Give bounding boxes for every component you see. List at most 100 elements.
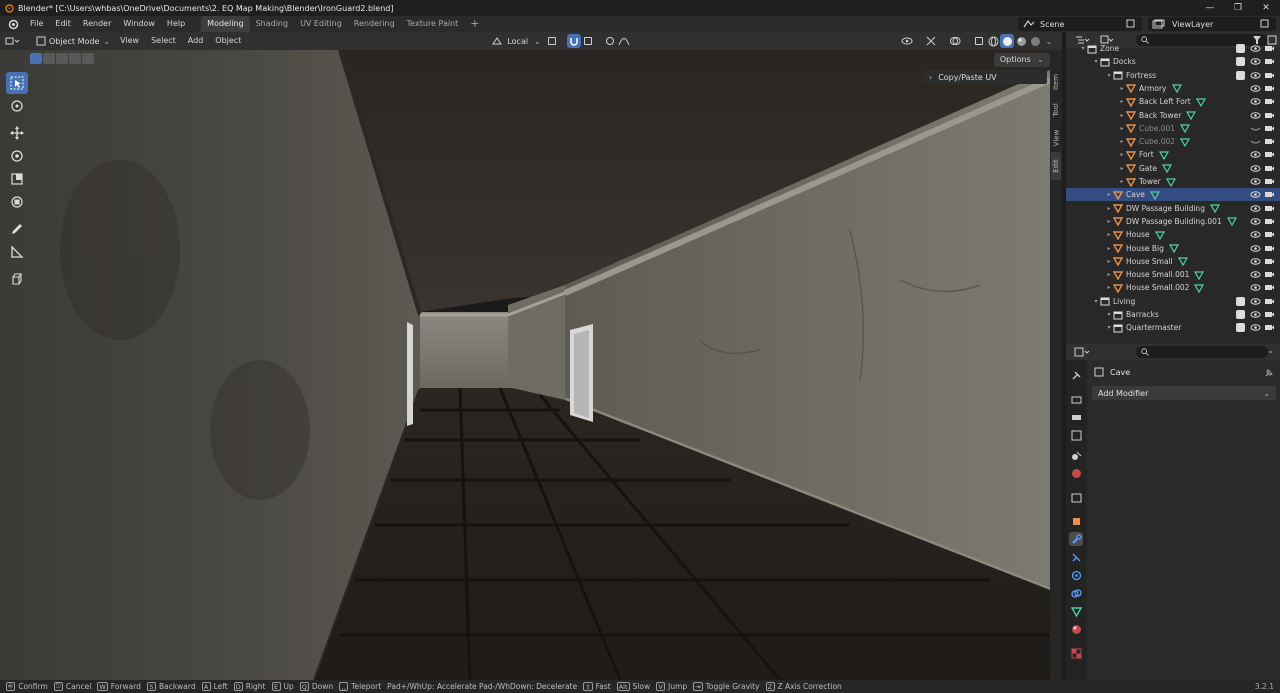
viewport-menu-select[interactable]: Select	[145, 33, 182, 49]
mesh-data-icon[interactable]	[1171, 83, 1182, 94]
outliner-row[interactable]: ▸ Armory	[1066, 82, 1280, 95]
tab-constraints[interactable]	[1069, 586, 1083, 600]
overlays-toggle[interactable]	[948, 34, 962, 48]
outliner-row[interactable]: ▾ Zone	[1066, 42, 1280, 55]
disclosure-expanded-icon[interactable]: ▾	[1105, 311, 1113, 318]
exclude-checkbox[interactable]	[1236, 70, 1245, 80]
tab-physics[interactable]	[1069, 568, 1083, 582]
tab-texture-paint[interactable]: Texture Paint	[401, 16, 465, 32]
render-camera-icon[interactable]	[1264, 269, 1275, 280]
tab-object-data[interactable]	[1069, 604, 1083, 618]
outliner-row[interactable]: ▸ House Small.001	[1066, 268, 1280, 281]
mesh-data-icon[interactable]	[1180, 137, 1191, 147]
menu-edit[interactable]: Edit	[49, 16, 77, 32]
outliner-row[interactable]: ▸ House Small.002	[1066, 281, 1280, 294]
disclosure-collapsed-icon[interactable]: ▸	[1118, 138, 1126, 145]
disclosure-collapsed-icon[interactable]: ▸	[1105, 245, 1113, 252]
tab-output[interactable]	[1069, 410, 1083, 424]
mesh-data-icon[interactable]	[1161, 163, 1172, 174]
maximize-button[interactable]: ❐	[1224, 0, 1252, 16]
eye-icon[interactable]	[1250, 110, 1261, 121]
disclosure-collapsed-icon[interactable]: ▸	[1118, 98, 1126, 105]
scale-tool[interactable]	[6, 168, 28, 190]
properties-editor-icon[interactable]	[1074, 347, 1090, 357]
disclosure-collapsed-icon[interactable]: ▸	[1118, 125, 1126, 132]
outliner-row[interactable]: ▾ Quartermaster	[1066, 321, 1280, 334]
shading-solid[interactable]	[1000, 34, 1014, 48]
outliner-row[interactable]: ▸ Cube.001	[1066, 122, 1280, 135]
tab-render[interactable]	[1069, 392, 1083, 406]
shading-options-dropdown[interactable]: ⌄	[1042, 34, 1056, 48]
menu-render[interactable]: Render	[77, 16, 117, 32]
menu-window[interactable]: Window	[117, 16, 161, 32]
select-extend-button[interactable]	[43, 53, 55, 64]
snap-toggle-button[interactable]	[566, 34, 581, 48]
transform-tool[interactable]	[6, 191, 28, 213]
eye-icon[interactable]	[1250, 149, 1261, 160]
chevron-down-icon[interactable]: ⌄	[1267, 346, 1274, 355]
mesh-data-icon[interactable]	[1195, 97, 1206, 107]
shading-material[interactable]	[1014, 34, 1028, 48]
disclosure-collapsed-icon[interactable]: ▸	[1118, 112, 1126, 119]
exclude-checkbox[interactable]	[1236, 44, 1245, 53]
tab-world[interactable]	[1069, 466, 1083, 480]
move-tool[interactable]	[6, 122, 28, 144]
render-camera-icon[interactable]	[1264, 282, 1275, 293]
render-camera-icon[interactable]	[1264, 56, 1275, 67]
render-camera-icon[interactable]	[1264, 309, 1275, 320]
outliner-row[interactable]: ▸ House	[1066, 228, 1280, 241]
render-camera-icon[interactable]	[1264, 110, 1275, 121]
render-camera-icon[interactable]	[1264, 229, 1275, 240]
mesh-data-icon[interactable]	[1165, 177, 1176, 187]
mesh-data-icon[interactable]	[1177, 256, 1188, 267]
eye-icon[interactable]	[1250, 96, 1261, 107]
outliner-row[interactable]: ▾ Fortress	[1066, 69, 1280, 82]
render-camera-icon[interactable]	[1264, 296, 1275, 307]
outliner-row[interactable]: ▸ Back Tower	[1066, 109, 1280, 122]
outliner-row[interactable]: ▸ Gate	[1066, 162, 1280, 175]
render-camera-icon[interactable]	[1264, 96, 1275, 107]
viewport-menu-view[interactable]: View	[114, 33, 145, 49]
eye-icon[interactable]	[1250, 282, 1261, 293]
minimize-button[interactable]: —	[1196, 0, 1224, 16]
transform-orientation-dropdown[interactable]: Local ⌄	[487, 34, 544, 48]
pin-icon[interactable]	[1264, 368, 1274, 378]
disclosure-collapsed-icon[interactable]: ▸	[1118, 85, 1126, 92]
blender-logo-icon[interactable]	[6, 17, 20, 31]
disclosure-expanded-icon[interactable]: ▾	[1105, 72, 1113, 79]
tab-modifiers[interactable]	[1069, 532, 1083, 546]
snap-target-button[interactable]	[581, 34, 595, 48]
menu-help[interactable]: Help	[161, 16, 191, 32]
visibility-dropdown[interactable]	[900, 34, 914, 48]
falloff-button[interactable]	[617, 34, 631, 48]
disclosure-collapsed-icon[interactable]: ▸	[1105, 205, 1113, 212]
eye-icon[interactable]	[1250, 322, 1261, 333]
xray-toggle[interactable]	[972, 34, 986, 48]
eye-icon[interactable]	[1250, 70, 1261, 81]
eye-icon[interactable]	[1250, 229, 1261, 240]
tab-modeling[interactable]: Modeling	[201, 16, 250, 32]
eye-icon[interactable]	[1250, 309, 1261, 320]
tab-texture[interactable]	[1069, 646, 1083, 660]
measure-tool[interactable]	[6, 241, 28, 263]
disclosure-collapsed-icon[interactable]: ▸	[1105, 218, 1113, 225]
eye-icon[interactable]	[1250, 43, 1261, 54]
tab-rendering[interactable]: Rendering	[348, 16, 401, 32]
disclosure-collapsed-icon[interactable]: ▸	[1105, 191, 1113, 198]
view-layer-selector[interactable]: ViewLayer	[1148, 17, 1276, 31]
outliner-row[interactable]: ▸ Fort	[1066, 148, 1280, 161]
close-button[interactable]: ✕	[1252, 0, 1280, 16]
select-new-button[interactable]	[30, 53, 42, 64]
select-invert-button[interactable]	[69, 53, 81, 64]
add-workspace-button[interactable]: +	[464, 16, 485, 32]
eye-icon[interactable]	[1250, 256, 1261, 267]
mode-dropdown[interactable]: Object Mode ⌄	[32, 34, 114, 48]
disclosure-collapsed-icon[interactable]: ▸	[1118, 151, 1126, 158]
eye-icon[interactable]	[1250, 176, 1261, 187]
mesh-data-icon[interactable]	[1180, 123, 1191, 134]
outliner-row[interactable]: ▾ Living	[1066, 295, 1280, 308]
disclosure-expanded-icon[interactable]: ▾	[1105, 324, 1113, 331]
outliner-row[interactable]: ▸ House Big	[1066, 242, 1280, 255]
outliner-row[interactable]: ▸ DW Passage Building	[1066, 202, 1280, 215]
eye-icon[interactable]	[1250, 269, 1261, 280]
